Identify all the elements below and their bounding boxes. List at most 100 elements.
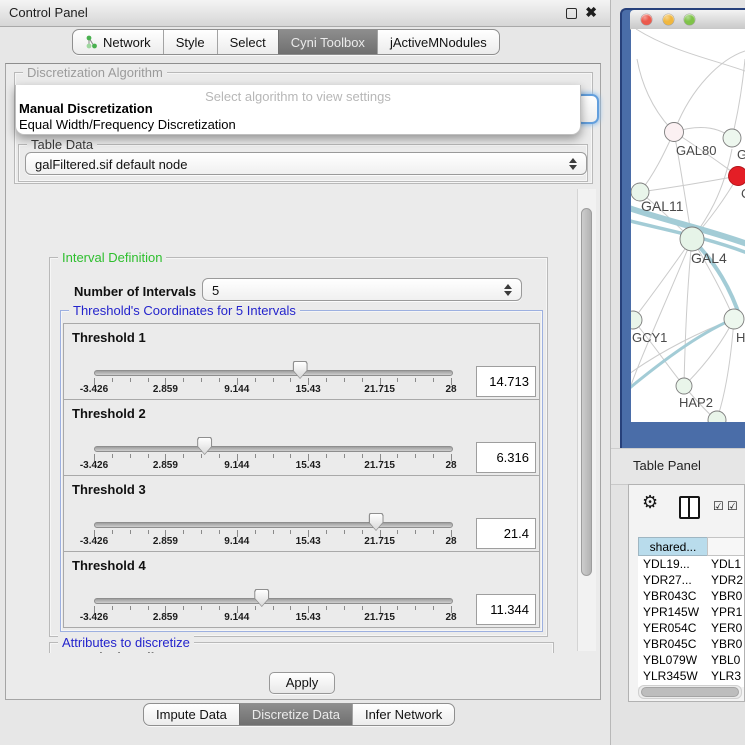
window-title: Control Panel (9, 5, 88, 20)
network-node-red-node[interactable] (729, 167, 745, 186)
tab-network[interactable]: Network (73, 30, 163, 54)
slider-tick-label: 15.43 (296, 612, 321, 623)
tab-infer-network[interactable]: Infer Network (352, 704, 454, 725)
table-row[interactable]: YBR043CYBR0 (638, 588, 744, 604)
thresholds-group-title: Threshold's Coordinates for 5 Intervals (69, 303, 300, 318)
table-row[interactable]: YBR045CYBR0 (638, 636, 744, 652)
slider-tick-label: 15.43 (296, 384, 321, 395)
slider-tick-label: 15.43 (296, 536, 321, 547)
threshold-rows: Threshold 1 -3.4262.8599.14415.4321.7152… (63, 324, 540, 628)
slider-tick-label: -3.426 (80, 536, 108, 547)
cyni-toolbox-panel: Discretization Algorithm Select algorith… (5, 63, 601, 700)
network-node-top-right[interactable] (723, 129, 741, 147)
network-node-GCY1[interactable] (631, 311, 642, 329)
scrollbar-thumb[interactable] (581, 208, 592, 576)
network-node-GAL80[interactable] (665, 123, 684, 142)
threshold-value-field[interactable]: 21.4 (476, 518, 536, 549)
slider-tick-label: -3.426 (80, 460, 108, 471)
threshold-label: Threshold 3 (72, 482, 146, 497)
table-data-selected-value: galFiltered.sif default node (35, 157, 187, 172)
table-row[interactable]: YDL19...YDL1 (638, 556, 744, 572)
top-tab-bar: Network Style SelectCyni Toolbox jActiveMNo… (72, 29, 500, 55)
tab-impute-data[interactable]: Impute Data (144, 704, 239, 725)
threshold-slider[interactable] (94, 522, 453, 528)
discretization-algorithm-group-title: Discretization Algorithm (23, 65, 167, 80)
float-window-icon[interactable] (566, 8, 577, 19)
tab-label: jActiveMNodules (390, 35, 487, 50)
table-data-group-title: Table Data (27, 137, 97, 152)
node-label-red-node: C (741, 186, 745, 201)
right-region: GAL80GACGAL11GAL4GCY1HHAP2 Table Panel ⚙… (611, 0, 745, 745)
cell-shared-name: YBR045C (643, 636, 696, 652)
checkbox-icon[interactable]: ☑ (713, 499, 724, 513)
table-row[interactable]: YBL079WYBL0 (638, 652, 744, 668)
node-label-H-node: H (736, 330, 745, 345)
bottom-tab-bar: Impute Data Discretize Data Infer Network (143, 703, 455, 726)
network-canvas[interactable]: GAL80GACGAL11GAL4GCY1HHAP2 (631, 29, 745, 422)
table-row[interactable]: YLR345WYLR3 (638, 668, 744, 684)
slider-tick-label: 9.144 (224, 384, 249, 395)
slider-tick-label: 9.144 (224, 536, 249, 547)
slider-tick-label: 2.859 (153, 384, 178, 395)
attributes-group-title: Attributes to discretize (58, 635, 194, 650)
threshold-slider[interactable] (94, 370, 453, 376)
threshold-slider[interactable] (94, 446, 453, 452)
network-window-titlebar[interactable] (630, 10, 745, 30)
cell-name: YPR1 (711, 604, 742, 620)
column-header-shared-name[interactable]: shared... (638, 537, 708, 556)
network-node-bottom-node[interactable] (708, 411, 726, 422)
table-horizontal-scrollbar[interactable] (638, 685, 742, 699)
threshold-slider[interactable] (94, 598, 453, 604)
slider-tick-label: 9.144 (224, 612, 249, 623)
tab-select[interactable]: Select (217, 30, 278, 54)
tab-label: Discretize Data (252, 707, 340, 722)
column-header-name[interactable]: n (707, 537, 744, 556)
table-panel-titlebar: Table Panel (611, 448, 745, 485)
tab-discretize-data[interactable]: Discretize Data (239, 704, 352, 725)
number-of-intervals-value: 5 (212, 283, 219, 298)
table-data-combobox[interactable]: galFiltered.sif default node (25, 152, 587, 175)
dropdown-item-manual-discretization[interactable]: Manual Discretization (19, 101, 153, 116)
cell-name: YBR0 (711, 588, 742, 604)
cell-name: YBL0 (711, 652, 740, 668)
slider-thumb[interactable] (254, 589, 269, 607)
zoom-light-icon[interactable] (684, 14, 695, 25)
network-node-GAL4[interactable] (680, 227, 704, 251)
slider-thumb[interactable] (197, 437, 212, 455)
threshold-label: Threshold 4 (72, 558, 146, 573)
slider-thumb[interactable] (369, 513, 384, 531)
numerical-attributes-label: Numerical Attributes (58, 650, 185, 653)
tab-style[interactable]: Style (163, 30, 217, 54)
threshold-value-field[interactable]: 11.344 (476, 594, 536, 625)
threshold-value-field[interactable]: 14.713 (476, 366, 536, 397)
threshold-value-field[interactable]: 6.316 (476, 442, 536, 473)
gear-icon[interactable]: ⚙ (642, 492, 658, 513)
tab-cyni-toolbox[interactable]: Cyni Toolbox (278, 30, 377, 54)
panel-vertical-scrollbar[interactable] (577, 189, 596, 651)
table-row[interactable]: YER054CYER0 (638, 620, 744, 636)
dropdown-item-equal-width-frequency[interactable]: Equal Width/Frequency Discretization (19, 117, 236, 132)
network-node-HAP2[interactable] (676, 378, 692, 394)
slider-thumb[interactable] (293, 361, 308, 379)
tab-label: Impute Data (156, 707, 227, 722)
slider-tick-label: 2.859 (153, 460, 178, 471)
network-view-window: GAL80GACGAL11GAL4GCY1HHAP2 (620, 8, 745, 448)
cell-shared-name: YDR27... (643, 572, 692, 588)
number-of-intervals-combobox[interactable]: 5 (202, 278, 522, 301)
close-light-icon[interactable] (641, 14, 652, 25)
tab-jactivemnodules[interactable]: jActiveMNodules (377, 30, 499, 54)
apply-button[interactable]: Apply (269, 672, 335, 694)
tab-label: Style (176, 35, 205, 50)
slider-tick-label: 21.715 (364, 460, 395, 471)
control-panel-titlebar: Control Panel ✖ (0, 0, 610, 27)
network-node-H-node[interactable] (724, 309, 744, 329)
checkbox-icon[interactable]: ☑ (727, 499, 738, 513)
minimize-light-icon[interactable] (663, 14, 674, 25)
close-icon[interactable]: ✖ (585, 4, 597, 21)
slider-tick-label: 28 (445, 612, 456, 623)
cell-shared-name: YDL19... (643, 556, 690, 572)
table-row[interactable]: YPR145WYPR1 (638, 604, 744, 620)
node-label-GAL11: GAL11 (641, 198, 684, 214)
split-columns-icon[interactable] (679, 496, 700, 519)
table-row[interactable]: YDR27...YDR2 (638, 572, 744, 588)
